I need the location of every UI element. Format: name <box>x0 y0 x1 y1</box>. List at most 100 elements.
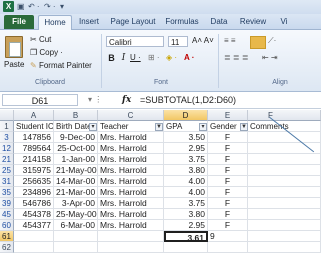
gender-cell[interactable]: F <box>208 154 248 165</box>
column-header-e[interactable]: E <box>208 110 248 121</box>
cell[interactable] <box>54 242 98 253</box>
birth-date-cell[interactable]: 9-Dec-00 <box>54 132 98 143</box>
gender-cell[interactable]: F <box>208 165 248 176</box>
student-id-cell[interactable]: 454378 <box>14 209 54 220</box>
tab-insert[interactable]: Insert <box>74 15 104 29</box>
comments-cell[interactable] <box>248 187 321 198</box>
underline-button[interactable]: U · <box>130 53 141 62</box>
copy-button[interactable]: ❐ Copy · <box>30 48 63 57</box>
row-header[interactable]: 12 <box>0 143 14 154</box>
save-icon[interactable]: ▣ <box>17 2 25 12</box>
filter-dropdown-icon[interactable]: ▾ <box>199 123 207 131</box>
student-id-cell[interactable]: 315975 <box>14 165 54 176</box>
cell[interactable] <box>98 242 164 253</box>
gpa-cell[interactable]: 3.80 <box>164 165 208 176</box>
gpa-cell[interactable]: 2.95 <box>164 143 208 154</box>
comments-cell[interactable] <box>248 165 321 176</box>
customize-qat-button[interactable]: ▾ <box>60 2 64 12</box>
gender-count-cell[interactable]: 9 <box>208 231 248 242</box>
comments-cell[interactable] <box>248 154 321 165</box>
filter-applied-icon[interactable]: ▼ <box>155 123 163 131</box>
formula-input[interactable]: =SUBTOTAL(1,D2:D60) <box>140 94 236 106</box>
filter-dropdown-icon[interactable]: ▾ <box>89 123 97 131</box>
comments-cell[interactable] <box>248 176 321 187</box>
teacher-cell[interactable]: Mrs. Harrold <box>98 176 164 187</box>
birth-date-cell[interactable]: 25-May-00 <box>54 209 98 220</box>
active-cell-gpa-average[interactable]: 3.61 <box>164 231 208 242</box>
gender-cell[interactable]: F <box>208 176 248 187</box>
select-all-corner[interactable] <box>0 110 14 121</box>
tab-review[interactable]: Review <box>236 15 270 29</box>
student-id-cell[interactable]: 234896 <box>14 187 54 198</box>
column-header-d[interactable]: D <box>164 110 208 121</box>
student-id-cell[interactable]: 546786 <box>14 198 54 209</box>
name-box[interactable]: D61 <box>2 94 78 106</box>
teacher-cell[interactable]: Mrs. Harrold <box>98 165 164 176</box>
row-header[interactable]: 25 <box>0 165 14 176</box>
row-header[interactable]: 21 <box>0 154 14 165</box>
paste-button[interactable]: Paste <box>4 60 24 69</box>
tab-home[interactable]: Home <box>38 15 72 30</box>
comments-cell[interactable] <box>248 132 321 143</box>
cell[interactable] <box>208 242 248 253</box>
column-header-f[interactable]: F <box>248 110 321 121</box>
cell[interactable] <box>248 242 321 253</box>
teacher-cell[interactable]: Mrs. Harrold <box>98 220 164 231</box>
grow-font-icon[interactable]: A˄ A˅ <box>192 36 214 45</box>
tab-formulas[interactable]: Formulas <box>162 15 202 29</box>
wrap-text-button[interactable] <box>250 36 266 49</box>
teacher-cell[interactable]: Mrs. Harrold <box>98 132 164 143</box>
paste-icon[interactable] <box>5 36 23 58</box>
cut-button[interactable]: ✂ Cut <box>30 35 51 44</box>
align-left-icon[interactable]: ≣ ≣ ≣ <box>224 53 249 62</box>
row-header[interactable]: 60 <box>0 220 14 231</box>
font-size-select[interactable]: 11 <box>168 36 188 47</box>
row-header[interactable]: 31 <box>0 176 14 187</box>
birth-date-cell[interactable]: 21-May-00 <box>54 165 98 176</box>
tab-view[interactable]: Vi <box>274 15 294 29</box>
teacher-cell[interactable]: Mrs. Harrold <box>98 143 164 154</box>
insert-function-icon[interactable]: fx <box>122 94 136 106</box>
tab-page-layout[interactable]: Page Layout <box>108 15 158 29</box>
row-header[interactable]: 62 <box>0 242 14 253</box>
birth-date-cell[interactable]: 21-Mar-00 <box>54 187 98 198</box>
row-header[interactable]: 45 <box>0 209 14 220</box>
gpa-cell[interactable]: 3.80 <box>164 209 208 220</box>
fill-color-icon[interactable]: ◈ · <box>166 53 177 62</box>
cell[interactable] <box>14 242 54 253</box>
gender-cell[interactable]: F <box>208 132 248 143</box>
gpa-cell[interactable]: 3.75 <box>164 198 208 209</box>
name-box-dropdown-icon[interactable]: ▾ ⋮ <box>88 95 102 104</box>
column-header-a[interactable]: A <box>14 110 54 121</box>
filter-applied-icon[interactable]: ▼ <box>240 123 248 131</box>
indent-icon[interactable]: ⇤ ⇥ <box>262 53 278 62</box>
font-color-icon[interactable]: A · <box>184 53 194 62</box>
student-id-cell[interactable]: 256635 <box>14 176 54 187</box>
row-header[interactable]: 61 <box>0 231 14 242</box>
header-cell-student-id[interactable]: Student IC <box>14 121 54 132</box>
gpa-cell[interactable]: 3.75 <box>164 154 208 165</box>
tab-file[interactable]: File <box>4 15 34 29</box>
cell[interactable] <box>248 231 321 242</box>
cell[interactable] <box>54 231 98 242</box>
gpa-cell[interactable]: 4.00 <box>164 176 208 187</box>
teacher-cell[interactable]: Mrs. Harrold <box>98 187 164 198</box>
column-header-c[interactable]: C <box>98 110 164 121</box>
gender-cell[interactable]: F <box>208 187 248 198</box>
undo-button[interactable]: ↶ · <box>28 2 40 12</box>
teacher-cell[interactable]: Mrs. Harrold <box>98 198 164 209</box>
teacher-cell[interactable]: Mrs. Harrold <box>98 154 164 165</box>
cell[interactable] <box>98 231 164 242</box>
orientation-icon[interactable]: ⟋· <box>268 36 276 46</box>
birth-date-cell[interactable]: 25-Oct-00 <box>54 143 98 154</box>
tab-data[interactable]: Data <box>206 15 232 29</box>
student-id-cell[interactable]: 214158 <box>14 154 54 165</box>
row-header[interactable]: 3 <box>0 132 14 143</box>
gpa-cell[interactable]: 4.00 <box>164 187 208 198</box>
comments-cell[interactable] <box>248 220 321 231</box>
teacher-cell[interactable]: Mrs. Harrold <box>98 209 164 220</box>
gender-cell[interactable]: F <box>208 220 248 231</box>
student-id-cell[interactable]: 454377 <box>14 220 54 231</box>
birth-date-cell[interactable]: 6-Mar-00 <box>54 220 98 231</box>
cell[interactable] <box>164 242 208 253</box>
